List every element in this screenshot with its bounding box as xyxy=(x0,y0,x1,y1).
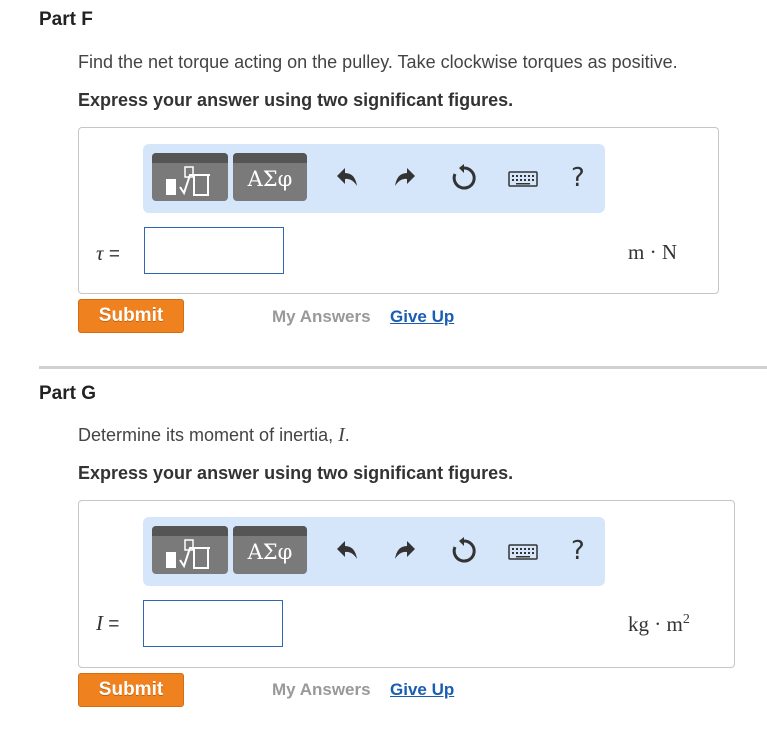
templates-button[interactable] xyxy=(152,526,228,574)
part-g-equals: = xyxy=(108,614,120,635)
section-divider xyxy=(39,366,767,369)
part-f-answer-box: ΑΣφ ? τ = m · N xyxy=(78,127,719,294)
part-g-variable-label: I = xyxy=(96,611,119,636)
part-f-prompt: Find the net torque acting on the pulley… xyxy=(78,52,678,72)
part-f-unit-text: m · N xyxy=(628,240,677,264)
templates-button[interactable] xyxy=(152,153,228,201)
part-f-give-up-link[interactable]: Give Up xyxy=(390,307,454,327)
part-g-unit-sup: 2 xyxy=(682,612,690,627)
redo-icon[interactable] xyxy=(391,537,419,565)
part-g-answer-box: ΑΣφ ? I = kg · m2 xyxy=(78,500,735,668)
part-g-give-up-link[interactable]: Give Up xyxy=(390,680,454,700)
part-f-title: Part F xyxy=(39,9,93,30)
greek-symbols-label: ΑΣφ xyxy=(247,540,293,564)
part-g-unit: kg · m2 xyxy=(628,612,690,637)
part-g-answer-input[interactable] xyxy=(143,600,283,647)
reset-icon[interactable] xyxy=(450,537,478,565)
part-f-unit: m · N xyxy=(628,240,677,265)
part-g-prompt-end: . xyxy=(344,425,350,445)
part-f-math-toolbar: ΑΣφ ? xyxy=(143,144,605,213)
keyboard-icon[interactable] xyxy=(507,537,539,565)
part-g-prompt: Determine its moment of inertia, I. xyxy=(78,424,350,447)
part-g-submit-button[interactable]: Submit xyxy=(78,673,184,707)
greek-symbols-button[interactable]: ΑΣφ xyxy=(233,526,307,574)
part-g-prompt-var: I xyxy=(338,424,345,446)
part-f-my-answers: My Answers xyxy=(272,307,371,326)
help-button[interactable]: ? xyxy=(571,163,585,193)
redo-icon[interactable] xyxy=(391,164,419,192)
templates-icon xyxy=(166,539,210,569)
part-g-title: Part G xyxy=(39,383,97,404)
templates-icon xyxy=(166,166,210,196)
keyboard-icon[interactable] xyxy=(507,164,539,192)
part-g-instruction: Express your answer using two significan… xyxy=(78,463,514,483)
part-g-unit-text: kg · m xyxy=(628,612,683,636)
part-f-equals: = xyxy=(108,244,120,265)
part-g-my-answers: My Answers xyxy=(272,680,371,699)
part-f-answer-input[interactable] xyxy=(144,227,284,274)
part-g-prompt-text: Determine its moment of inertia, xyxy=(78,425,339,445)
greek-symbols-button[interactable]: ΑΣφ xyxy=(233,153,307,201)
undo-icon[interactable] xyxy=(333,537,361,565)
part-f-variable-label: τ = xyxy=(96,241,120,266)
part-g-math-toolbar: ΑΣφ ? xyxy=(143,517,605,586)
greek-symbols-label: ΑΣφ xyxy=(247,167,293,191)
undo-icon[interactable] xyxy=(333,164,361,192)
help-button[interactable]: ? xyxy=(571,536,585,566)
part-f-submit-button[interactable]: Submit xyxy=(78,299,184,333)
reset-icon[interactable] xyxy=(450,164,478,192)
part-f-variable: τ xyxy=(96,241,104,265)
part-f-instruction: Express your answer using two significan… xyxy=(78,90,514,110)
part-g-variable: I xyxy=(96,611,103,635)
